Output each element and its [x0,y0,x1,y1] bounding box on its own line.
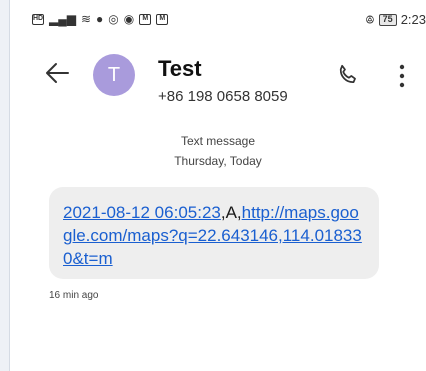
phone-icon [339,64,356,84]
message-time: 16 min ago [49,290,99,301]
window-left-edge [0,0,10,371]
signal-icon: ▂▄▆ [49,12,76,26]
more-options-button[interactable] [392,62,412,90]
date-label: Thursday, Today [174,154,262,168]
message-text: 2021-08-12 06:05:23,A,http://maps.google… [63,201,365,270]
hd-icon: HD [32,13,44,25]
message-separator: ,A, [220,203,242,222]
contact-number: +86 198 0658 8059 [158,88,288,105]
status-icons-left: HD ▂▄▆ ≋ ● ◎ ◉ M M [32,12,169,26]
more-vertical-icon [399,64,405,88]
call-button[interactable] [335,62,361,88]
message-bubble[interactable]: 2021-08-12 06:05:23,A,http://maps.google… [49,187,379,279]
avatar[interactable]: T [93,54,135,96]
status-icons-right: ꔮ 75 2:23 [365,12,426,27]
battery-icon: 75 [378,13,397,26]
status-bar: HD ▂▄▆ ≋ ● ◎ ◉ M M ꔮ 75 2:23 [10,0,426,38]
message-type-label: Text message [180,134,256,148]
timestamp-link[interactable]: 2021-08-12 06:05:23 [63,203,221,222]
back-button[interactable] [42,58,72,88]
conversation-header: T Test +86 198 0658 8059 [10,38,426,120]
mail-notification-icon: M [139,13,152,25]
wifi-icon: ≋ [80,12,92,26]
whatsapp-icon: ◎ [108,12,119,26]
app-notification-icon: ◉ [123,12,135,26]
back-arrow-icon [46,63,69,83]
clock: 2:23 [400,12,426,27]
notification-icon: ● [96,12,104,26]
vibrate-icon: ꔮ [365,12,375,27]
contact-name[interactable]: Test [158,56,202,82]
mail-notification-icon-2: M [156,13,169,25]
